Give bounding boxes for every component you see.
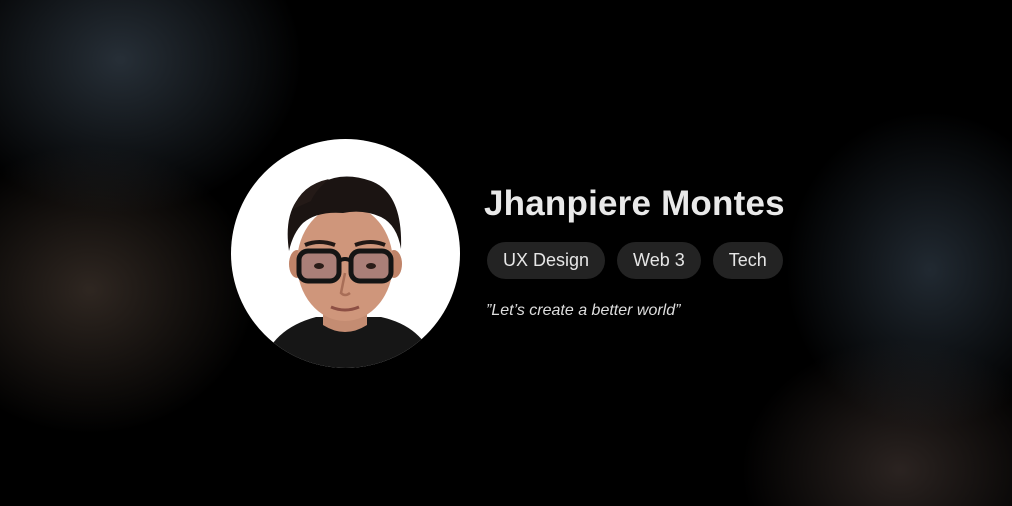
tag-tech[interactable]: Tech <box>712 242 783 279</box>
profile-info: Jhanpiere Montes UX Design Web 3 Tech ”L… <box>484 180 785 320</box>
profile-banner: Jhanpiere Montes UX Design Web 3 Tech ”L… <box>0 0 1012 506</box>
tag-list: UX Design Web 3 Tech <box>487 242 785 279</box>
tag-web3[interactable]: Web 3 <box>617 242 701 279</box>
profile-name: Jhanpiere Montes <box>484 184 785 223</box>
profile-quote: ”Let’s create a better world” <box>486 302 681 319</box>
profile-photo <box>261 176 436 368</box>
tag-ux-design[interactable]: UX Design <box>487 242 606 279</box>
avatar <box>231 139 460 368</box>
